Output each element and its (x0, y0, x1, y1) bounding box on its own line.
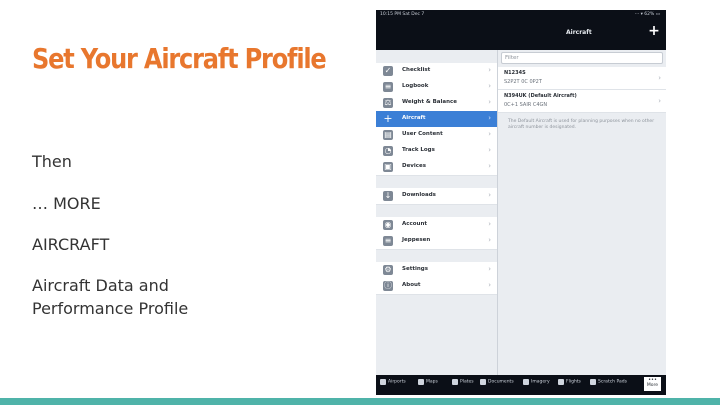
download-icon: ↓ (383, 191, 393, 201)
menu-label: Checklist (402, 67, 431, 73)
chevron-right-icon: › (488, 130, 491, 138)
tab-label: Airports (388, 379, 406, 385)
menu-label: Weight & Balance (402, 99, 457, 105)
scale-icon: ⚖ (383, 98, 393, 108)
menu-item-logbook[interactable]: ≡ Logbook › (376, 79, 497, 96)
tab-scratch-pads[interactable]: Scratch Pads (590, 379, 627, 391)
chevron-right-icon: › (658, 74, 661, 82)
bullet-aircraft: AIRCRAFT (32, 235, 110, 254)
aircraft-subtitle: 0C+1 SAIR C4GN (504, 102, 548, 108)
menu-label: Downloads (402, 192, 436, 198)
documents-icon (480, 379, 486, 385)
tab-imagery[interactable]: Imagery (523, 379, 550, 391)
bullet-aircraft-data: Aircraft Data and Performance Profile (32, 276, 189, 318)
device-icon: ▣ (383, 162, 393, 172)
airport-icon (380, 379, 386, 385)
logbook-icon: ≡ (383, 82, 393, 92)
menu-item-checklist[interactable]: ✓ Checklist › (376, 63, 497, 80)
menu-label: Logbook (402, 83, 429, 89)
menu-label: Devices (402, 163, 427, 169)
account-icon: ◉ (383, 220, 393, 230)
bullet-then: Then (32, 152, 72, 171)
menu-item-downloads[interactable]: ↓ Downloads › (376, 188, 497, 205)
chevron-right-icon: › (488, 146, 491, 154)
settings-icon: ⚙ (383, 265, 393, 275)
menu-item-user-content[interactable]: ▤ User Content › (376, 127, 497, 144)
chevron-right-icon: › (488, 220, 491, 228)
menu-label: Account (402, 221, 428, 227)
scratchpad-icon (590, 379, 596, 385)
chevron-right-icon: › (488, 66, 491, 74)
tab-label: Imagery (531, 379, 550, 385)
chevron-right-icon: › (488, 114, 491, 122)
maps-icon (418, 379, 424, 385)
default-aircraft-note: The Default Aircraft is used for plannin… (508, 119, 655, 130)
tab-label: Flights (566, 379, 581, 385)
aircraft-list-panel: Filter N1234S S2P2T 0C 0P2T › N394UK (De… (498, 50, 666, 375)
imagery-icon (523, 379, 529, 385)
chevron-right-icon: › (488, 236, 491, 244)
menu-item-weight-balance[interactable]: ⚖ Weight & Balance › (376, 95, 497, 112)
menu-label: Jeppesen (402, 237, 431, 243)
tab-documents[interactable]: Documents (480, 379, 514, 391)
tab-airports[interactable]: Airports (380, 379, 406, 391)
tab-flights[interactable]: Flights (558, 379, 581, 391)
nav-title: Aircraft (566, 29, 592, 36)
menu-label: About (402, 282, 421, 288)
chevron-right-icon: › (488, 265, 491, 273)
tab-bar: Airports Maps Plates Documents Imagery F… (376, 375, 666, 395)
slide-title: Set Your Aircraft Profile (32, 42, 327, 75)
tab-plates[interactable]: Plates (452, 379, 474, 391)
tab-label: More (646, 383, 659, 388)
chevron-right-icon: › (488, 191, 491, 199)
menu-item-devices[interactable]: ▣ Devices › (376, 159, 497, 176)
tab-label: Plates (460, 379, 474, 385)
status-indicators: ⋯ ▾ 62% ▭ (634, 12, 660, 17)
plates-icon (452, 379, 458, 385)
tab-more[interactable]: ••• More (644, 377, 661, 391)
aircraft-row-default[interactable]: N394UK (Default Aircraft) 0C+1 SAIR C4GN… (498, 90, 666, 113)
chevron-right-icon: › (488, 98, 491, 106)
chevron-right-icon: › (488, 162, 491, 170)
aircraft-row[interactable]: N1234S S2P2T 0C 0P2T › (498, 67, 666, 90)
info-icon: ⓘ (383, 281, 393, 291)
menu-item-about[interactable]: ⓘ About › (376, 278, 497, 295)
filter-placeholder: Filter (505, 54, 519, 61)
chevron-right-icon: › (488, 281, 491, 289)
menu-label: Aircraft (402, 115, 426, 121)
menu-label: Track Logs (402, 147, 435, 153)
filter-input[interactable]: Filter (501, 52, 663, 64)
checklist-icon: ✓ (383, 66, 393, 76)
tab-label: Maps (426, 379, 438, 385)
aircraft-name: N1234S (504, 70, 526, 76)
tab-label: Documents (488, 379, 514, 385)
more-menu: ✓ Checklist › ≡ Logbook › ⚖ Weight & Balance ›… (376, 50, 498, 375)
menu-item-track-logs[interactable]: ◔ Track Logs › (376, 143, 497, 160)
chevron-right-icon: › (658, 97, 661, 105)
menu-item-aircraft[interactable]: + Aircraft › (376, 111, 497, 128)
menu-label: Settings (402, 266, 428, 272)
tab-maps[interactable]: Maps (418, 379, 438, 391)
aircraft-subtitle: S2P2T 0C 0P2T (504, 79, 542, 85)
aircraft-name: N394UK (Default Aircraft) (504, 93, 577, 99)
jeppesen-icon: ≡ (383, 236, 393, 246)
menu-item-settings[interactable]: ⚙ Settings › (376, 262, 497, 279)
nav-bar: Aircraft + (376, 21, 666, 50)
status-bar: 10:15 PM Sat Dec 7 ⋯ ▾ 62% ▭ (376, 10, 666, 21)
ipad-screenshot: 10:15 PM Sat Dec 7 ⋯ ▾ 62% ▭ Aircraft + … (376, 10, 666, 395)
chevron-right-icon: › (488, 82, 491, 90)
menu-item-account[interactable]: ◉ Account › (376, 217, 497, 234)
track-icon: ◔ (383, 146, 393, 156)
flights-icon (558, 379, 564, 385)
add-aircraft-button[interactable]: + (647, 24, 661, 38)
menu-label: User Content (402, 131, 443, 137)
status-time: 10:15 PM Sat Dec 7 (380, 12, 425, 17)
folder-icon: ▤ (383, 130, 393, 140)
airplane-icon: + (383, 112, 393, 125)
bullet-more: … MORE (32, 194, 101, 213)
slide-bottom-bar (0, 398, 720, 405)
tab-label: Scratch Pads (598, 379, 627, 385)
menu-item-jeppesen[interactable]: ≡ Jeppesen › (376, 233, 497, 250)
